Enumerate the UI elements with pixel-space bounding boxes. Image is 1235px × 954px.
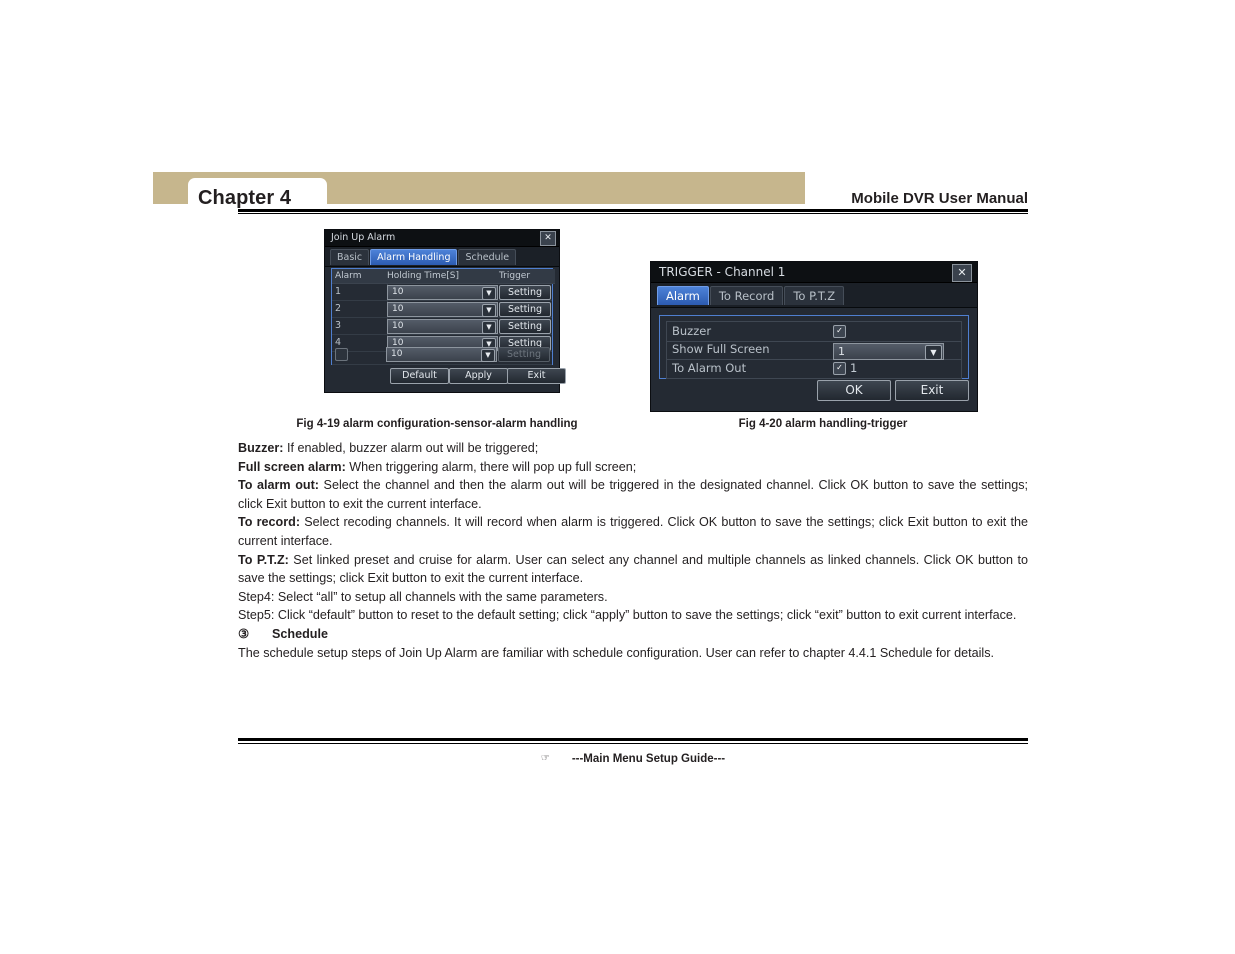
- chevron-down-icon[interactable]: ▼: [481, 349, 495, 362]
- all-holding-time-value: 10: [391, 349, 403, 359]
- alarm-index: 1: [332, 283, 388, 300]
- setting-row-buzzer: Buzzer ✓: [666, 321, 962, 342]
- holding-time-select[interactable]: 10 ▼: [387, 302, 498, 317]
- all-setting-button[interactable]: Setting: [498, 347, 550, 362]
- holding-time-value: 10: [392, 321, 404, 331]
- list-marker: ③: [238, 626, 250, 641]
- manual-title: Mobile DVR User Manual: [851, 190, 1028, 207]
- header-rule-thick: [238, 209, 1028, 212]
- section-heading-text: Schedule: [272, 626, 328, 641]
- section-heading-schedule: ③ Schedule: [238, 625, 1028, 644]
- trigger-dialog: TRIGGER - Channel 1 ✕ Alarm To Record To P…: [650, 261, 978, 412]
- paragraph-record: To record: Select recoding channels. It …: [238, 513, 1028, 550]
- alarm-settings-panel: Buzzer ✓ Show Full Screen 1 ▼ To Alarm O…: [659, 315, 969, 379]
- paragraph-alarm-out: To alarm out: Select the channel and the…: [238, 476, 1028, 513]
- trigger-setting-button[interactable]: Setting: [499, 319, 551, 334]
- buzzer-term: Buzzer:: [238, 441, 284, 455]
- show-full-screen-value: 1: [838, 345, 845, 358]
- exit-button[interactable]: Exit: [895, 380, 969, 401]
- show-full-screen-select[interactable]: 1 ▼: [833, 343, 944, 360]
- table-row: 2 10 ▼ Setting: [332, 300, 552, 318]
- all-checkbox[interactable]: [335, 348, 348, 361]
- to-alarm-out-checkbox[interactable]: ✓: [833, 362, 846, 375]
- trigger-setting-button[interactable]: Setting: [499, 302, 551, 317]
- paragraph-step5: Step5: Click “default” button to reset t…: [238, 608, 1017, 623]
- header-rule-thin: [238, 213, 1028, 214]
- dialog-title-text: Join Up Alarm: [331, 232, 396, 243]
- holding-time-value: 10: [392, 304, 404, 314]
- footer-rule-thick: [238, 738, 1028, 741]
- alarm-out-desc: Select the channel and then the alarm ou…: [238, 478, 1028, 511]
- all-holding-time-select[interactable]: 10 ▼: [386, 347, 497, 362]
- footer-rule-thin: [238, 743, 1028, 744]
- record-term: To record:: [238, 515, 301, 530]
- table-row: 1 10 ▼ Setting: [332, 283, 552, 301]
- figure-caption-4-19: Fig 4-19 alarm configuration-sensor-alar…: [296, 418, 578, 430]
- tab-schedule[interactable]: Schedule: [458, 249, 517, 265]
- trigger-setting-button[interactable]: Setting: [499, 285, 551, 300]
- chapter-title: Chapter 4: [198, 187, 292, 209]
- footer-label: ---Main Menu Setup Guide---: [571, 753, 726, 765]
- buzzer-label: Buzzer: [672, 324, 712, 338]
- apply-button[interactable]: Apply: [449, 368, 508, 384]
- chevron-down-icon[interactable]: ▼: [925, 345, 942, 360]
- close-icon[interactable]: ✕: [540, 231, 556, 246]
- holding-time-select[interactable]: 10 ▼: [387, 285, 498, 300]
- figure-caption-4-20: Fig 4-20 alarm handling-trigger: [738, 418, 908, 430]
- paragraph-buzzer: Buzzer: If enabled, buzzer alarm out wil…: [238, 439, 1028, 458]
- tab-to-record[interactable]: To Record: [709, 286, 784, 305]
- footer-text: ☞ ---Main Menu Setup Guide---: [238, 753, 1028, 765]
- close-icon[interactable]: ✕: [952, 264, 972, 282]
- ptz-desc: Set linked preset and cruise for alarm. …: [238, 552, 1028, 586]
- document-page: Chapter 4 Mobile DVR User Manual Join Up…: [0, 0, 1235, 954]
- tab-alarm-handling[interactable]: Alarm Handling: [370, 249, 458, 265]
- column-header-alarm: Alarm: [332, 269, 385, 284]
- dialog-titlebar: TRIGGER - Channel 1 ✕: [651, 262, 977, 283]
- holding-time-value: 10: [392, 287, 404, 297]
- buzzer-desc: If enabled, buzzer alarm out will be tri…: [283, 441, 539, 455]
- paragraph-schedule: The schedule setup steps of Join Up Alar…: [238, 645, 995, 660]
- alarm-index: 2: [332, 300, 388, 317]
- setting-row-show-full-screen: Show Full Screen 1 ▼: [666, 340, 962, 360]
- holding-time-select[interactable]: 10 ▼: [387, 319, 498, 334]
- default-button[interactable]: Default: [390, 368, 449, 384]
- paragraph-full-screen: Full screen alarm: When triggering alarm…: [238, 458, 1028, 477]
- join-up-alarm-dialog: Join Up Alarm ✕ Basic Alarm Handling Sched…: [324, 229, 566, 393]
- alarm-out-term: To alarm out:: [238, 478, 319, 493]
- table-row: 3 10 ▼ Setting: [332, 317, 552, 335]
- alarm-index: 3: [332, 317, 388, 334]
- full-screen-desc: When triggering alarm, there will pop up…: [345, 459, 637, 474]
- ok-button[interactable]: OK: [817, 380, 891, 401]
- to-alarm-out-channel: 1: [850, 361, 858, 375]
- dialog-tabbar: Alarm To Record To P.T.Z: [651, 283, 977, 308]
- dialog-footer: OK Exit: [651, 380, 977, 406]
- body-content: Buzzer: If enabled, buzzer alarm out wil…: [238, 439, 1028, 662]
- tab-alarm[interactable]: Alarm: [657, 286, 709, 305]
- paragraph-step4: Step4: Select “all” to setup all channel…: [238, 589, 608, 604]
- tab-to-ptz[interactable]: To P.T.Z: [784, 286, 845, 305]
- record-desc: Select recoding channels. It will record…: [238, 515, 1028, 548]
- pointing-hand-icon: ☞: [540, 753, 550, 764]
- exit-button[interactable]: Exit: [507, 368, 566, 384]
- full-screen-term: Full screen alarm:: [238, 459, 346, 474]
- dialog-titlebar: Join Up Alarm ✕: [325, 230, 559, 247]
- show-full-screen-label: Show Full Screen: [672, 342, 770, 356]
- paragraph-ptz: To P.T.Z: Set linked preset and cruise f…: [238, 551, 1028, 588]
- dialog-title-text: TRIGGER - Channel 1: [659, 265, 786, 279]
- chevron-down-icon[interactable]: ▼: [482, 304, 496, 317]
- column-header-holding-time: Holding Time[S]: [384, 269, 497, 284]
- to-alarm-out-label: To Alarm Out: [672, 361, 747, 375]
- dialog-tabbar: Basic Alarm Handling Schedule: [325, 247, 559, 267]
- setting-row-to-alarm-out: To Alarm Out ✓ 1: [666, 359, 962, 379]
- buzzer-checkbox[interactable]: ✓: [833, 325, 846, 338]
- ptz-term: To P.T.Z:: [238, 552, 289, 567]
- chevron-down-icon[interactable]: ▼: [482, 321, 496, 334]
- tab-basic[interactable]: Basic: [330, 249, 370, 265]
- column-header-trigger: Trigger: [496, 269, 555, 284]
- all-row: 10 ▼ Setting: [331, 345, 551, 362]
- chevron-down-icon[interactable]: ▼: [482, 287, 496, 300]
